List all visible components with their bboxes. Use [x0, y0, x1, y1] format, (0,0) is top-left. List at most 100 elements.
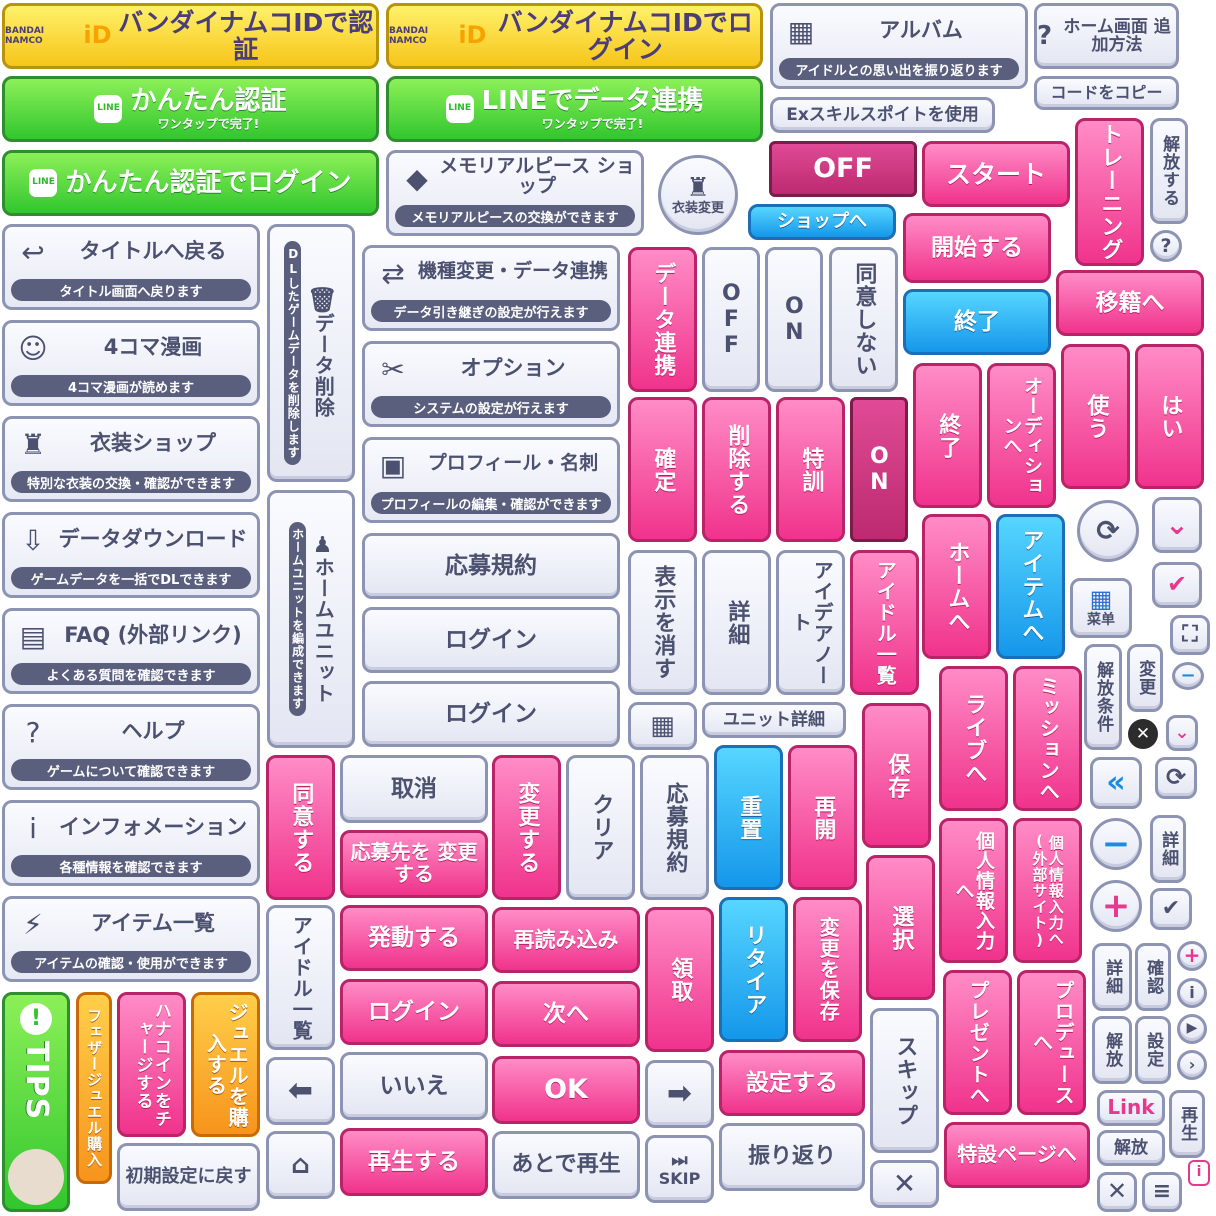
feather-jewel-purchase-button[interactable]: フェザージュエル購入	[76, 992, 112, 1184]
overlap-button[interactable]: 重置	[714, 745, 783, 890]
off-vertical-button[interactable]: OFF	[702, 247, 760, 392]
no-button[interactable]: いいえ	[340, 1052, 488, 1120]
finish-blue-button[interactable]: 終了	[903, 289, 1051, 355]
close-square-icon[interactable]: ✕	[1097, 1172, 1137, 1212]
login-pink-button[interactable]: ログイン	[340, 979, 488, 1045]
audition-button[interactable]: オーディションへ	[987, 363, 1056, 508]
unlock-small-button[interactable]: 解放	[1097, 1130, 1165, 1166]
menu-costume-shop[interactable]: ♜ 衣装ショップ 特別な衣装の交換・確認ができます	[2, 416, 260, 502]
charge-coins-button[interactable]: ハナコインをチャージする	[117, 992, 186, 1137]
skip-button[interactable]: ⏭ SKIP	[645, 1135, 714, 1203]
info-small-icon[interactable]: i	[1177, 978, 1207, 1008]
change-small-button[interactable]: 変更	[1127, 644, 1163, 712]
resume-button[interactable]: 再開	[788, 745, 857, 890]
special-page-button[interactable]: 特設ページへ	[944, 1122, 1090, 1188]
login-gray-button-2[interactable]: ログイン	[362, 681, 620, 747]
link-button[interactable]: Link	[1097, 1090, 1165, 1126]
transfer-button[interactable]: 移籍へ	[1056, 270, 1204, 336]
mission-button[interactable]: ミッションへ	[1013, 666, 1082, 811]
buy-jewel-button[interactable]: ジュエルを購入する	[191, 992, 260, 1137]
minus-small-icon[interactable]: −	[1172, 662, 1204, 690]
detail-tiny-button[interactable]: 詳細	[1092, 943, 1132, 1011]
menu-option[interactable]: ✂ オプション システムの設定が行えます	[362, 341, 620, 427]
detail-small-button[interactable]: 詳細	[1150, 815, 1186, 883]
personal-info-button[interactable]: 個人情報入力へ	[939, 818, 1008, 963]
line-easy-login-button[interactable]: LINE かんたん認証でログイン	[2, 150, 379, 216]
start-button[interactable]: スタート	[922, 141, 1070, 207]
training-button[interactable]: トレーニング	[1075, 118, 1144, 266]
look-back-button[interactable]: 振り返り	[719, 1123, 865, 1191]
arrow-left-icon[interactable]: ⬅	[266, 1057, 335, 1125]
personal-info-external-button[interactable]: 個人情報入力へ(外部サイト)	[1013, 818, 1082, 963]
save-change-button[interactable]: 変更を保存	[793, 897, 862, 1042]
menu-help[interactable]: ? ヘルプ ゲームについて確認できます	[2, 704, 260, 790]
reset-default-button[interactable]: 初期設定に戻す	[117, 1143, 260, 1211]
apply-rules-button[interactable]: 応募規約	[362, 533, 620, 599]
do-settings-button[interactable]: 設定する	[719, 1050, 865, 1116]
close-circle-icon[interactable]: ✕	[1128, 719, 1158, 749]
shop-to-button[interactable]: ショップへ	[748, 204, 896, 240]
change-apply-button[interactable]: 応募先を 変更する	[340, 830, 488, 898]
menu-profile[interactable]: ▣ プロフィール・名刺 プロフィールの編集・確認ができます	[362, 437, 620, 523]
detail-button[interactable]: 詳細	[702, 550, 771, 695]
data-link-button[interactable]: データ連携	[628, 247, 697, 392]
activate-button[interactable]: 発動する	[340, 905, 488, 971]
home-icon[interactable]: ⌂	[266, 1131, 335, 1199]
choose-button[interactable]: 選択	[866, 855, 935, 1000]
menu-faq[interactable]: ▤ FAQ (外部リンク) よくある質問を確認できます	[2, 608, 260, 694]
hide-display-button[interactable]: 表示を消す	[628, 550, 697, 695]
check-gray-icon[interactable]: ✔	[1150, 888, 1192, 930]
idol-list-vertical-button[interactable]: アイドル一覧	[266, 905, 335, 1050]
settings-tiny-button[interactable]: 設定	[1135, 1016, 1171, 1084]
info-pink-icon[interactable]: i	[1188, 1160, 1210, 1186]
next-button[interactable]: 次へ	[492, 981, 640, 1047]
double-chevron-left-icon[interactable]: «	[1090, 757, 1142, 809]
menu-device-transfer[interactable]: ⇄ 機種変更・データ連携 データ引き継ぎの設定が行えます	[362, 245, 620, 331]
live-button[interactable]: ライブへ	[939, 666, 1008, 811]
on-toggle-active[interactable]: ON	[850, 397, 908, 542]
home-screen-guide-button[interactable]: ? ホーム画面 追加方法	[1034, 3, 1179, 69]
double-chevron-down-small-icon[interactable]: ⌄	[1166, 715, 1198, 751]
plus-icon[interactable]: +	[1090, 880, 1142, 932]
items-to-button[interactable]: アイテムへ	[996, 514, 1065, 659]
apply-rules-vertical-button[interactable]: 応募規約	[640, 755, 709, 900]
check-tiny-button[interactable]: 確認	[1135, 943, 1171, 1011]
close-icon[interactable]: ✕	[870, 1160, 939, 1208]
skip-vertical-button[interactable]: スキップ	[870, 1008, 939, 1153]
idea-note-button[interactable]: アイデアノート	[776, 550, 845, 695]
costume-change-button[interactable]: ♜ 衣装変更	[658, 155, 738, 235]
change-vertical-button[interactable]: 変更する	[492, 755, 561, 900]
disagree-button[interactable]: 同意しない	[829, 247, 898, 392]
cancel-button[interactable]: 取消	[340, 755, 488, 823]
line-easy-auth-button[interactable]: LINE かんたん認証 ワンタップで完了!	[2, 76, 379, 142]
present-button[interactable]: プレゼントへ	[943, 970, 1012, 1115]
minus-icon[interactable]: −	[1090, 818, 1142, 870]
begin-button[interactable]: 開始する	[903, 213, 1051, 283]
copy-code-button[interactable]: コードをコピー	[1034, 76, 1179, 110]
bandai-id-login-button[interactable]: BANDAI NAMCO iD バンダイナムコIDでログイン	[386, 3, 763, 69]
check-icon[interactable]: ✔	[1152, 562, 1202, 608]
unlock-tiny-button[interactable]: 解放	[1092, 1016, 1132, 1084]
confirm-button[interactable]: 確定	[628, 397, 697, 542]
receive-button[interactable]: 領取	[645, 907, 714, 1052]
clear-button[interactable]: クリア	[566, 755, 635, 900]
fullscreen-icon[interactable]: ⛶	[1170, 615, 1210, 655]
hamburger-icon[interactable]: ≡	[1142, 1172, 1182, 1212]
special-training-button[interactable]: 特訓	[776, 397, 845, 542]
save-button[interactable]: 保存	[862, 703, 931, 848]
reload-button[interactable]: 再読み込み	[492, 907, 640, 973]
home-to-button[interactable]: ホームへ	[922, 514, 991, 659]
plus-small-icon[interactable]: +	[1177, 941, 1207, 971]
login-gray-button-1[interactable]: ログイン	[362, 607, 620, 673]
refresh-icon[interactable]: ⟳	[1077, 500, 1139, 562]
play-button[interactable]: 再生する	[340, 1128, 488, 1196]
play-small-icon[interactable]: ▶	[1177, 1014, 1207, 1044]
refresh-small-icon[interactable]: ⟳	[1155, 757, 1197, 799]
unit-detail-button[interactable]: ユニット詳細	[702, 702, 846, 738]
ok-button[interactable]: OK	[492, 1056, 640, 1124]
produce-button[interactable]: プロデュースへ	[1017, 970, 1086, 1115]
retire-button[interactable]: リタイア	[719, 897, 788, 1042]
finish-vertical-button[interactable]: 終了	[913, 363, 982, 508]
on-vertical-button[interactable]: ON	[765, 247, 823, 392]
line-data-link-button[interactable]: LINE LINEでデータ連携 ワンタップで完了!	[386, 76, 763, 142]
